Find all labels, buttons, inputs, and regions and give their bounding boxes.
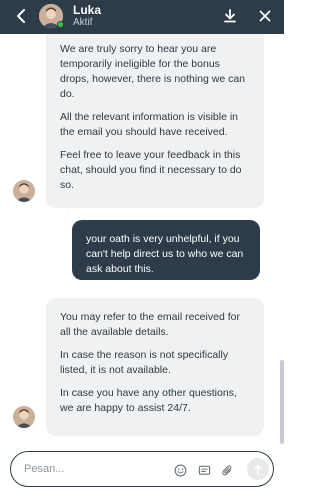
message-composer (10, 451, 274, 487)
chevron-left-icon (17, 9, 25, 23)
agent-name: Luka (73, 3, 102, 17)
agent-status: Aktif (73, 17, 93, 28)
paperclip-icon (221, 464, 231, 475)
download-button[interactable] (221, 7, 239, 25)
message-paragraph: All the relevant information is visible … (60, 111, 238, 138)
close-button[interactable] (256, 7, 274, 25)
message-paragraph: In case the reason is not specifically l… (60, 349, 229, 376)
download-icon (224, 9, 236, 23)
attach-button[interactable] (220, 463, 234, 477)
send-arrow-icon (253, 464, 263, 475)
agent-message: You may refer to the email received for … (46, 298, 264, 436)
agent-avatar-small (13, 406, 35, 428)
message-template-icon (198, 465, 210, 475)
send-button[interactable] (247, 458, 269, 480)
message-paragraph: We are truly sorry to hear you are tempo… (60, 43, 246, 100)
message-input[interactable] (24, 461, 164, 477)
emoji-button[interactable] (173, 463, 187, 477)
agent-avatar-small (13, 180, 35, 202)
close-icon (259, 10, 271, 22)
message-paragraph: your oath is very unhelpful, if you can'… (86, 233, 244, 275)
online-status-dot (57, 21, 64, 28)
message-paragraph: In case you have any other questions, we… (60, 387, 237, 414)
template-button[interactable] (197, 463, 211, 477)
message-list: We are truly sorry to hear you are tempo… (0, 34, 284, 444)
message-paragraph: Feel free to leave your feedback in this… (60, 149, 242, 191)
back-button[interactable] (12, 7, 30, 25)
message-scrollbar[interactable] (280, 360, 284, 444)
chat-header: Luka Aktif (0, 0, 284, 34)
emoji-icon (174, 464, 186, 476)
message-paragraph: You may refer to the email received for … (60, 311, 240, 338)
agent-avatar (39, 4, 64, 28)
agent-message: We are truly sorry to hear you are tempo… (46, 34, 264, 208)
user-message: your oath is very unhelpful, if you can'… (72, 220, 260, 280)
